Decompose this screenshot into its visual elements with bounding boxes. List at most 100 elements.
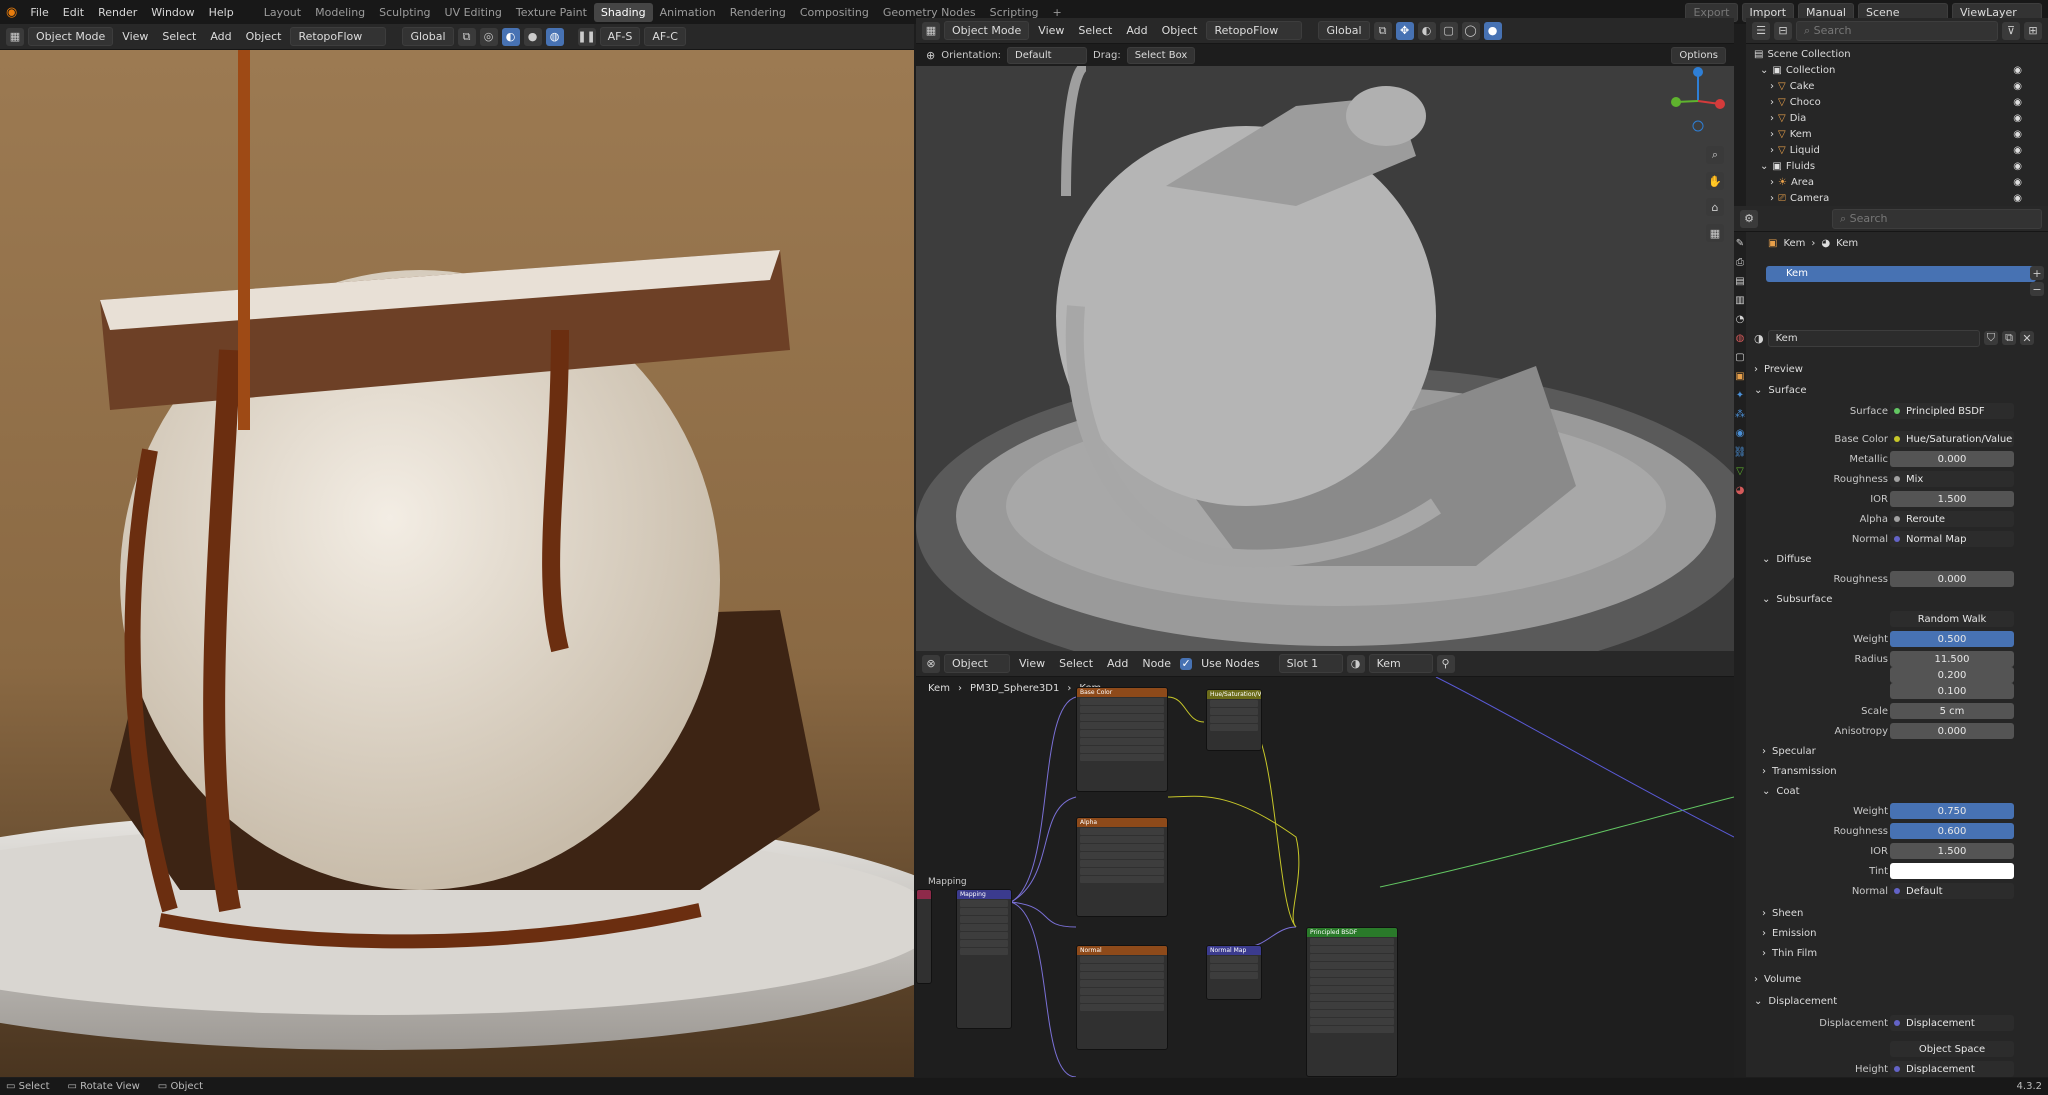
physics-tab-icon[interactable]: ◉ bbox=[1736, 428, 1745, 439]
coat-tint-swatch[interactable] bbox=[1890, 863, 2014, 879]
principled-bsdf-node[interactable]: Principled BSDF bbox=[1306, 927, 1398, 1077]
viewport-gizmo-icon[interactable]: ✥ bbox=[1395, 21, 1414, 40]
duplicate-material-icon[interactable]: ⧉ bbox=[2002, 331, 2016, 345]
render-tab-icon[interactable]: ⎙ bbox=[1736, 257, 1744, 268]
section-subsurface[interactable]: ⌄ Subsurface bbox=[1762, 594, 1832, 605]
object-tab-icon[interactable]: ▣ bbox=[1735, 371, 1744, 382]
section-transmission[interactable]: › Transmission bbox=[1762, 766, 1837, 777]
tab-uv-editing[interactable]: UV Editing bbox=[438, 3, 509, 22]
camera-view-icon[interactable]: ⌂ bbox=[1706, 198, 1724, 216]
shading-rendered-icon[interactable]: ◍ bbox=[545, 27, 564, 46]
material-name-input[interactable]: Kem bbox=[1767, 329, 1980, 347]
section-sheen[interactable]: › Sheen bbox=[1762, 908, 1803, 919]
outliner-row[interactable]: ⌄ ▣ Collection ◉ bbox=[1746, 62, 2048, 78]
outliner-row[interactable]: › ▽ Kem ◉ bbox=[1746, 126, 2048, 142]
pause-icon[interactable]: ❚❚ bbox=[577, 27, 596, 46]
tab-rendering[interactable]: Rendering bbox=[723, 3, 793, 22]
retopoflow-menu[interactable]: RetopoFlow bbox=[290, 27, 387, 46]
texcoord-node[interactable] bbox=[916, 889, 932, 984]
add-slot-button[interactable]: + bbox=[2030, 266, 2044, 280]
subsurface-method-dropdown[interactable]: Random Walk bbox=[1890, 611, 2014, 627]
visibility-eye-icon[interactable]: ◉ bbox=[2013, 145, 2022, 156]
tab-sculpting[interactable]: Sculpting bbox=[372, 3, 437, 22]
visibility-eye-icon[interactable]: ◉ bbox=[2013, 193, 2022, 204]
menu-edit[interactable]: Edit bbox=[56, 6, 91, 19]
editor-type-icon[interactable]: ▦ bbox=[922, 21, 940, 40]
tool-tab-icon[interactable]: ✎ bbox=[1736, 238, 1744, 249]
anisotropy-field[interactable]: 0.000 bbox=[1890, 723, 2014, 739]
section-coat[interactable]: ⌄ Coat bbox=[1762, 786, 1800, 797]
af-c-button[interactable]: AF-C bbox=[644, 27, 686, 46]
menu-help[interactable]: Help bbox=[202, 6, 241, 19]
drag-dropdown[interactable]: Select Box bbox=[1126, 46, 1196, 64]
visibility-eye-icon[interactable]: ◉ bbox=[2013, 97, 2022, 108]
menu-render[interactable]: Render bbox=[91, 6, 144, 19]
outliner-row[interactable]: › ▽ Dia ◉ bbox=[1746, 110, 2048, 126]
blender-logo-icon[interactable]: ◉ bbox=[0, 5, 23, 20]
viewport-mode-selector[interactable]: Object Mode bbox=[944, 21, 1030, 40]
viewport-menu-select[interactable]: Select bbox=[1073, 24, 1117, 37]
section-specular[interactable]: › Specular bbox=[1762, 746, 1816, 757]
viewport-retopoflow-menu[interactable]: RetopoFlow bbox=[1206, 21, 1303, 40]
outliner-type-icon[interactable]: ☰ bbox=[1752, 21, 1770, 40]
shader-type-dropdown[interactable]: Object bbox=[944, 654, 1010, 673]
visibility-eye-icon[interactable]: ◉ bbox=[2013, 161, 2022, 172]
node-canvas[interactable]: Kem › PM3D_Sphere3D1 › Kem Mapping Mappi… bbox=[916, 677, 1734, 1077]
orientation-dropdown[interactable]: Default bbox=[1007, 46, 1088, 64]
particles-tab-icon[interactable]: ⁂ bbox=[1735, 409, 1745, 420]
outliner-row[interactable]: › ⎚ Camera ◉ bbox=[1746, 190, 2048, 206]
mapping-node[interactable]: Mapping bbox=[956, 889, 1012, 1029]
viewport-xray-icon[interactable]: ▢ bbox=[1439, 21, 1458, 40]
outliner-scene-collection[interactable]: ▤ Scene Collection bbox=[1746, 46, 2048, 62]
material-tab-icon[interactable]: ◕ bbox=[1736, 485, 1745, 496]
section-emission[interactable]: › Emission bbox=[1762, 928, 1817, 939]
outliner-row[interactable]: › ▽ Cake ◉ bbox=[1746, 78, 2048, 94]
new-collection-icon[interactable]: ⊞ bbox=[2024, 21, 2042, 40]
radius-x-field[interactable]: 11.500 bbox=[1890, 651, 2014, 667]
radius-z-field[interactable]: 0.100 bbox=[1890, 683, 2014, 699]
visibility-eye-icon[interactable]: ◉ bbox=[2013, 81, 2022, 92]
viewport-menu-add[interactable]: Add bbox=[1121, 24, 1152, 37]
outliner-row[interactable]: › ▽ Liquid ◉ bbox=[1746, 142, 2048, 158]
section-displacement[interactable]: ⌄ Displacement bbox=[1754, 996, 1837, 1007]
section-preview[interactable]: › Preview bbox=[1754, 364, 1803, 375]
solid-viewport[interactable]: ⌕ ✋ ⌂ ▦ bbox=[916, 66, 1734, 651]
metallic-field[interactable]: 0.000 bbox=[1890, 451, 2014, 467]
roughness-field[interactable]: Mix bbox=[1890, 471, 2014, 487]
viewport-menu-object[interactable]: Object bbox=[1157, 24, 1203, 37]
filter-icon[interactable]: ⊽ bbox=[2002, 21, 2020, 40]
outliner-search[interactable]: ⌕ Search bbox=[1796, 20, 1998, 41]
fake-user-icon[interactable]: ⛉ bbox=[1984, 331, 1998, 345]
visibility-eye-icon[interactable]: ◉ bbox=[2013, 129, 2022, 140]
outliner-row[interactable]: › ▽ Choco ◉ bbox=[1746, 94, 2048, 110]
hue-saturation-node[interactable]: Hue/Saturation/Value bbox=[1206, 689, 1262, 751]
proportional-icon[interactable]: ◎ bbox=[479, 27, 498, 46]
material-name-field[interactable]: Kem bbox=[1368, 654, 1433, 673]
diffuse-roughness-field[interactable]: 0.000 bbox=[1890, 571, 2014, 587]
tab-texture-paint[interactable]: Texture Paint bbox=[509, 3, 594, 22]
properties-type-icon[interactable]: ⚙ bbox=[1740, 209, 1758, 228]
displacement-field[interactable]: Displacement bbox=[1890, 1015, 2014, 1031]
material-sphere-icon[interactable]: ◑ bbox=[1346, 654, 1365, 673]
tab-compositing[interactable]: Compositing bbox=[793, 3, 876, 22]
visibility-eye-icon[interactable]: ◉ bbox=[2013, 113, 2022, 124]
menu-add[interactable]: Add bbox=[205, 30, 236, 43]
viewport-solid-icon[interactable]: ● bbox=[1483, 21, 1502, 40]
section-thin-film[interactable]: › Thin Film bbox=[1762, 948, 1817, 959]
radius-y-field[interactable]: 0.200 bbox=[1890, 667, 2014, 683]
constraints-tab-icon[interactable]: ⛓ bbox=[1734, 447, 1747, 458]
node-menu-select[interactable]: Select bbox=[1054, 657, 1098, 670]
normal-map-node[interactable]: Normal Map bbox=[1206, 945, 1262, 1000]
section-volume[interactable]: › Volume bbox=[1754, 974, 1801, 985]
mode-selector[interactable]: Object Mode bbox=[28, 27, 114, 46]
filter-display-icon[interactable]: ⊟ bbox=[1774, 21, 1792, 40]
navigation-gizmo[interactable] bbox=[1668, 66, 1728, 136]
world-tab-icon[interactable]: ◍ bbox=[1736, 333, 1745, 344]
node-menu-add[interactable]: Add bbox=[1102, 657, 1133, 670]
snap-icon[interactable]: ⧉ bbox=[457, 27, 476, 46]
remove-slot-button[interactable]: − bbox=[2030, 282, 2044, 296]
normal-texture-node[interactable]: Normal bbox=[1076, 945, 1168, 1050]
menu-window[interactable]: Window bbox=[144, 6, 201, 19]
view-layer-tab-icon[interactable]: ▥ bbox=[1735, 295, 1744, 306]
outliner-row[interactable]: › ☀ Area ◉ bbox=[1746, 174, 2048, 190]
